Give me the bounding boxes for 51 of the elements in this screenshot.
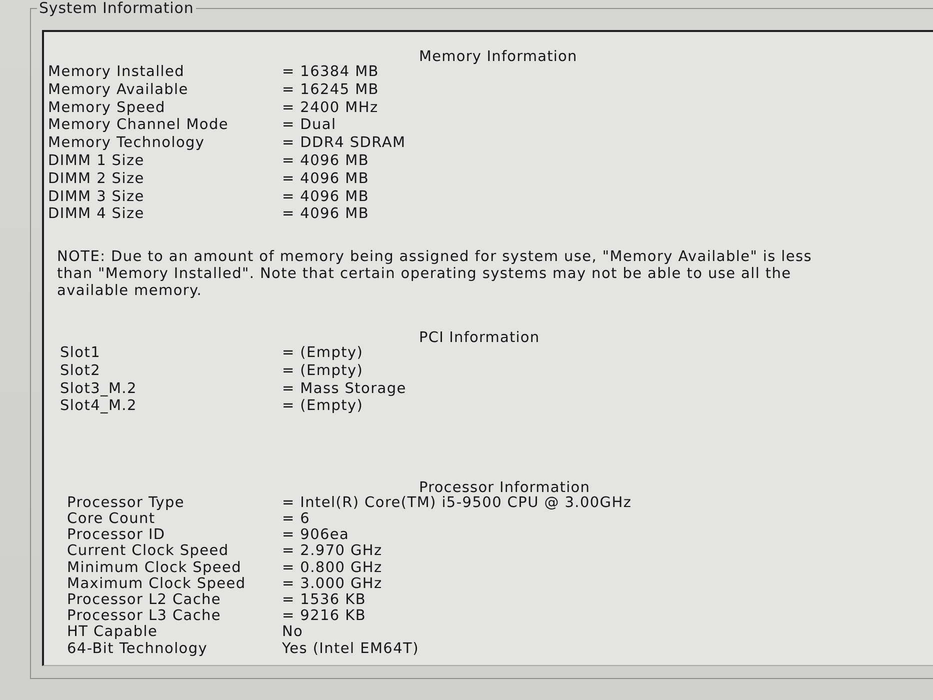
field-value: = Intel(R) Core(TM) i5-9500 CPU @ 3.00GHz	[282, 494, 632, 512]
field-label: Memory Technology	[48, 135, 206, 153]
field-value: = 906ea	[282, 527, 350, 544]
field-label: Current Clock Speed	[67, 543, 230, 560]
field-label: Minimum Clock Speed	[67, 560, 243, 576]
field-label: Memory Speed	[48, 100, 166, 118]
field-label: Memory Channel Mode	[48, 117, 230, 136]
field-label: Slot3_M.2	[60, 380, 138, 398]
field-label: DIMM 1 Size	[48, 152, 146, 171]
field-label: 64-Bit Technology	[67, 640, 209, 657]
field-value: = 2.970 GHz	[282, 543, 382, 560]
field-value: = Dual	[282, 117, 336, 136]
field-value: = 2400 MHz	[282, 100, 378, 118]
field-value: Yes (Intel EM64T)	[282, 640, 419, 657]
field-label: Maximum Clock Speed	[67, 576, 247, 592]
field-label: Core Count	[67, 511, 156, 528]
field-value: = 4096 MB	[282, 170, 370, 189]
field-value: = 4096 MB	[282, 152, 370, 171]
field-label: DIMM 3 Size	[48, 188, 146, 206]
section-heading: Processor Information	[419, 480, 590, 496]
field-label: Processor L3 Cache	[67, 608, 222, 624]
field-label: HT Capable	[67, 624, 159, 641]
section-heading: Memory Information	[419, 49, 578, 65]
field-label: DIMM 2 Size	[48, 170, 146, 189]
field-label: Memory Installed	[48, 64, 186, 82]
field-label: Processor L2 Cache	[67, 592, 222, 608]
section-heading: PCI Information	[419, 330, 540, 346]
field-value: = (Empty)	[282, 345, 364, 363]
field-value: = (Empty)	[282, 398, 364, 416]
field-label: Slot1	[60, 345, 102, 363]
field-value: = 9216 KB	[282, 608, 366, 624]
field-value: No	[282, 624, 304, 641]
field-value: = 4096 MB	[282, 188, 370, 206]
field-label: DIMM 4 Size	[48, 206, 146, 224]
field-value: = 6	[282, 511, 310, 528]
field-value: = (Empty)	[282, 362, 364, 381]
memory-note: NOTE: Due to an amount of memory being assigned for system use, "Memory Available" is less than "Memory Installed". Note that certain operating systems may not be able to use all the available memory.	[57, 249, 814, 300]
field-value: = 3.000 GHz	[282, 576, 382, 592]
field-value: = 4096 MB	[282, 206, 370, 224]
field-label: Slot2	[60, 362, 102, 381]
field-value: = 16384 MB	[282, 64, 379, 82]
field-value: = 1536 KB	[282, 592, 366, 608]
field-label: Processor Type	[67, 494, 186, 512]
field-value: = 16245 MB	[282, 82, 379, 100]
field-value: = Mass Storage	[282, 380, 406, 398]
field-label: Slot4_M.2	[60, 398, 138, 416]
field-value: = 0.800 GHz	[282, 560, 382, 576]
field-label: Memory Available	[48, 82, 190, 100]
group-box-title: System Information	[38, 0, 195, 16]
field-value: = DDR4 SDRAM	[282, 135, 406, 153]
field-label: Processor ID	[67, 527, 166, 544]
